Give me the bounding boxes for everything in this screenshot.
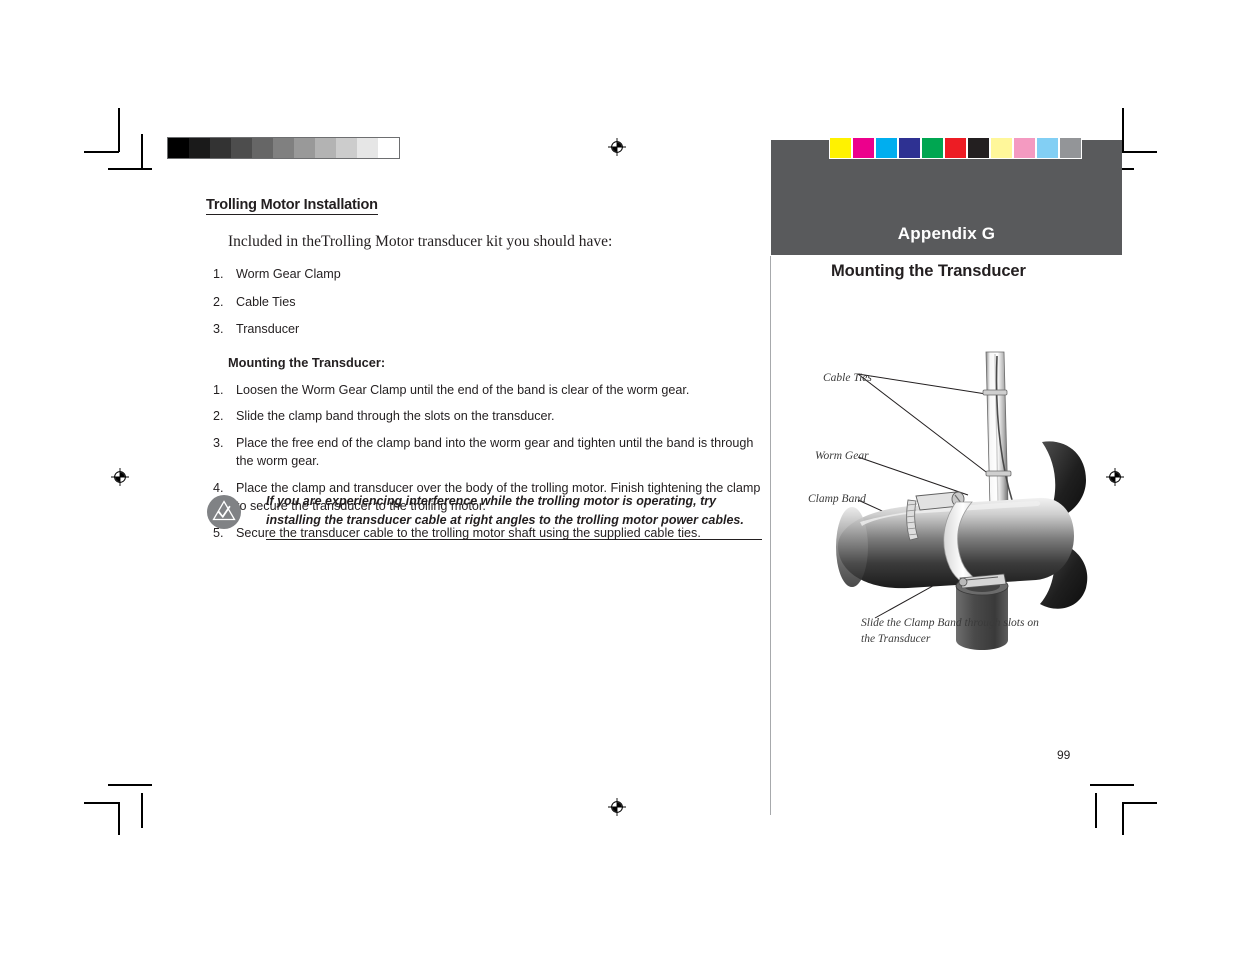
color-patch-5 — [945, 138, 966, 158]
kit-contents-list: 1. Worm Gear Clamp 2. Cable Ties 3. Transdu… — [206, 265, 762, 339]
list-item-text: Place the free end of the clamp band int… — [236, 435, 754, 469]
list-item-number: 2. — [213, 409, 224, 423]
document-page: Appendix G Trolling Motor Installation I… — [0, 0, 1235, 954]
grayscale-patch-2 — [210, 138, 231, 158]
garmin-note-icon — [206, 494, 242, 530]
crop-mark-top-left-horizontal — [84, 151, 119, 153]
list-item-text: Cable Ties — [236, 294, 296, 309]
grayscale-patch-6 — [294, 138, 315, 158]
color-patch-10 — [1060, 138, 1081, 158]
crop-mark-bottom-right-horizontal — [1090, 784, 1134, 786]
grayscale-patch-0 — [168, 138, 189, 158]
list-item: 1. Worm Gear Clamp — [206, 265, 762, 284]
list-item-text: Worm Gear Clamp — [236, 267, 341, 281]
crop-mark-top-right-vertical — [1122, 108, 1124, 152]
callout-label-worm-gear: Worm Gear — [815, 450, 869, 462]
appendix-label: Appendix G — [897, 224, 996, 243]
list-item-number: 3. — [213, 322, 224, 336]
list-item-number: 3. — [213, 435, 224, 450]
grayscale-patch-9 — [357, 138, 378, 158]
crop-mark-bottom-right-inner-vertical — [1095, 793, 1097, 828]
list-item: 2. Slide the clamp band through the slots… — [206, 407, 762, 426]
note-text: If you are experiencing interference whi… — [266, 494, 744, 527]
list-item-text: Slide the clamp band through the slots o… — [236, 409, 555, 423]
color-patch-7 — [991, 138, 1012, 158]
color-patch-2 — [876, 138, 897, 158]
crop-mark-top-left-inner-vertical — [141, 134, 143, 169]
color-patch-1 — [853, 138, 874, 158]
color-calibration-strip — [829, 137, 1082, 159]
list-item: 3. Place the free end of the clamp band i… — [206, 434, 762, 471]
crop-mark-bottom-left-outer-vertical — [118, 802, 120, 835]
section-heading: Trolling Motor Installation — [206, 197, 378, 215]
figure-caption: Slide the Clamp Band through slots on th… — [861, 617, 1039, 645]
crop-mark-bottom-left-outer-horizontal — [84, 802, 119, 804]
registration-target-icon-bottom — [608, 798, 626, 816]
crop-mark-top-left-vertical — [118, 108, 120, 152]
mounting-subheading: Mounting the Transducer: — [228, 354, 386, 370]
registration-target-icon-left — [111, 468, 129, 486]
sidebar-heading: Mounting the Transducer — [831, 262, 1026, 280]
list-item-number: 1. — [213, 382, 224, 397]
grayscale-patch-4 — [252, 138, 273, 158]
list-item-number: 1. — [213, 267, 224, 281]
grayscale-patch-10 — [378, 138, 399, 158]
list-item-text: Loosen the Worm Gear Clamp until the end… — [236, 382, 690, 397]
registration-target-icon-top — [608, 138, 626, 156]
color-patch-8 — [1014, 138, 1035, 158]
intro-paragraph: Included in theTrolling Motor transducer… — [228, 233, 613, 250]
color-patch-9 — [1037, 138, 1058, 158]
crop-mark-top-left-inner-horizontal — [108, 168, 152, 170]
crop-mark-bottom-right-outer-vertical — [1122, 802, 1124, 835]
crop-mark-bottom-left-inner-vertical — [141, 793, 143, 828]
note-body: If you are experiencing interference whi… — [266, 492, 762, 540]
color-patch-0 — [830, 138, 851, 158]
callout-label-cable-ties: Cable Ties — [823, 372, 872, 384]
page-number: 99 — [1057, 748, 1071, 762]
list-item: 3. Transducer — [206, 320, 762, 339]
callout-label-clamp-band: Clamp Band — [808, 493, 866, 505]
crop-mark-top-right-horizontal — [1122, 151, 1157, 153]
color-patch-4 — [922, 138, 943, 158]
column-divider — [770, 256, 771, 815]
note-callout: If you are experiencing interference whi… — [206, 494, 762, 544]
grayscale-patch-3 — [231, 138, 252, 158]
grayscale-patch-1 — [189, 138, 210, 158]
grayscale-patch-8 — [336, 138, 357, 158]
color-patch-3 — [899, 138, 920, 158]
grayscale-patch-7 — [315, 138, 336, 158]
grayscale-calibration-strip — [167, 137, 400, 159]
list-item: 2. Cable Ties — [206, 293, 762, 312]
list-item: 1. Loosen the Worm Gear Clamp until the e… — [206, 381, 762, 400]
crop-mark-bottom-right-outer-horizontal — [1122, 802, 1157, 804]
list-item-number: 2. — [213, 294, 224, 309]
crop-mark-bottom-left-horizontal — [108, 784, 152, 786]
list-item-text: Transducer — [236, 322, 300, 336]
grayscale-patch-5 — [273, 138, 294, 158]
color-patch-6 — [968, 138, 989, 158]
